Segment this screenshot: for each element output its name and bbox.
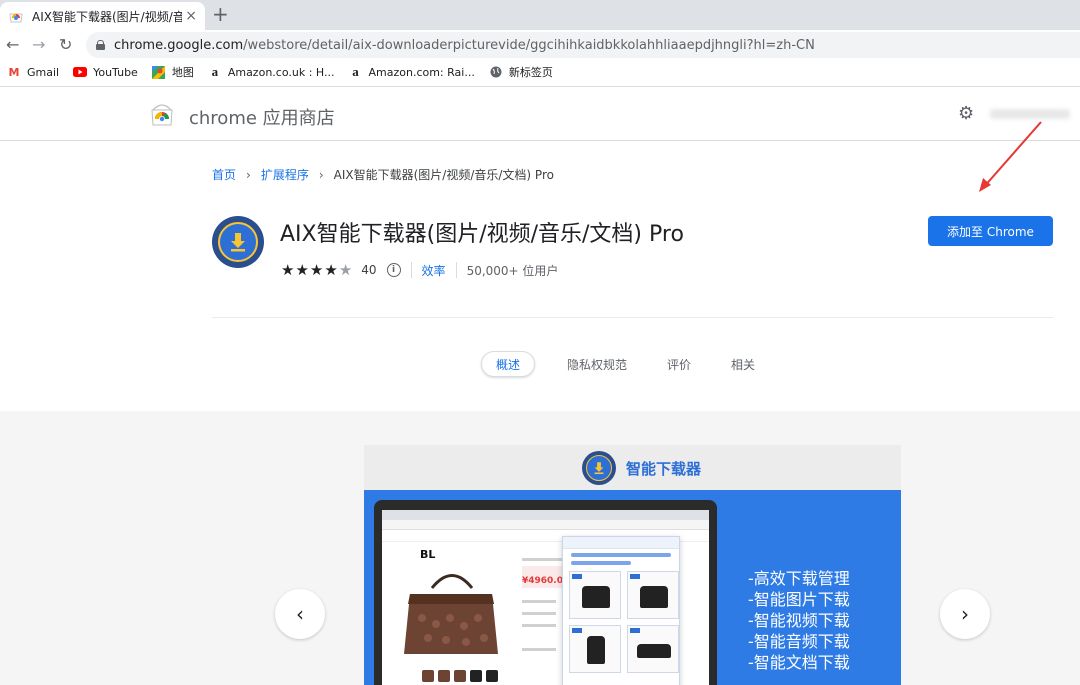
- gmail-icon: M: [8, 65, 20, 79]
- download-icon: [582, 451, 616, 485]
- url-text: chrome.google.com/webstore/detail/aix-do…: [114, 38, 815, 53]
- browser-tab[interactable]: AIX智能下载器(图片/视频/音乐/ ×: [0, 2, 205, 30]
- globe-icon: [489, 65, 503, 79]
- feature-item: -高效下载管理: [748, 569, 850, 588]
- star-icon: ★: [309, 261, 325, 279]
- maps-icon: [152, 65, 166, 79]
- feature-item: -智能音频下载: [748, 632, 850, 651]
- url-path: /webstore/detail/aix-downloaderpicturevi…: [243, 37, 815, 53]
- youtube-icon: [73, 65, 88, 79]
- breadcrumb: 首页 › 扩展程序 › AIX智能下载器(图片/视频/音乐/文档) Pro: [212, 166, 554, 183]
- bookmark-youtube[interactable]: YouTube: [73, 65, 138, 79]
- rating-stars: ★ ★ ★ ★ ★: [281, 261, 353, 279]
- tab-related[interactable]: 相关: [711, 351, 775, 377]
- annotation-arrow: [979, 121, 1042, 192]
- breadcrumb-extensions[interactable]: 扩展程序: [261, 166, 309, 183]
- rating-count[interactable]: 40: [361, 263, 376, 277]
- bookmark-label: 地图: [171, 66, 194, 79]
- feature-item: -智能视频下载: [748, 611, 850, 630]
- bookmark-label: 新标签页: [508, 66, 553, 79]
- bookmark-label: Gmail: [27, 65, 60, 79]
- bookmark-label: Amazon.co.uk : H...: [227, 65, 335, 79]
- browser-tabstrip: AIX智能下载器(图片/视频/音乐/ × +: [0, 0, 1080, 30]
- bookmark-maps[interactable]: 地图: [152, 64, 194, 80]
- breadcrumb-current: AIX智能下载器(图片/视频/音乐/文档) Pro: [333, 168, 554, 182]
- slide-title: 智能下载器: [626, 460, 702, 478]
- tab-overview[interactable]: 概述: [481, 351, 536, 377]
- store-header: chrome 应用商店 ⚙: [0, 87, 1080, 141]
- amazon-icon: a: [211, 64, 219, 79]
- tab-title: AIX智能下载器(图片/视频/音乐/: [32, 9, 182, 24]
- star-icon: ★: [338, 261, 354, 279]
- back-icon[interactable]: ←: [6, 34, 19, 56]
- feature-list: -高效下载管理 -智能图片下载 -智能视频下载 -智能音频下载 -智能文档下载: [748, 568, 850, 673]
- forward-icon[interactable]: →: [32, 34, 45, 56]
- chevron-left-icon[interactable]: ‹: [275, 589, 325, 639]
- category-link[interactable]: 效率: [422, 262, 446, 279]
- bookmark-new-tab[interactable]: 新标签页: [489, 64, 553, 80]
- user-count: 50,000+ 位用户: [466, 263, 559, 278]
- gallery-slide: 智能下载器 BL ¥4960.00 -高效下载管理 -智能图片下载 -智能视频下…: [364, 445, 901, 685]
- browser-toolbar: ← → ↻ chrome.google.com/webstore/detail/…: [0, 30, 1080, 60]
- amazon-icon: a: [352, 64, 359, 79]
- extension-title: AIX智能下载器(图片/视频/音乐/文档) Pro: [280, 222, 684, 247]
- url-host: chrome.google.com: [114, 37, 244, 53]
- lock-icon[interactable]: [96, 40, 105, 50]
- store-title[interactable]: chrome 应用商店: [189, 104, 335, 130]
- detail-tabs: 概述 隐私权规范 评价 相关: [481, 351, 775, 377]
- meta-divider: [410, 262, 412, 278]
- section-divider: [212, 317, 1053, 318]
- feature-item: -智能文档下载: [748, 653, 850, 672]
- star-icon: ★: [281, 261, 296, 279]
- bookmark-gmail[interactable]: M Gmail: [7, 65, 60, 79]
- breadcrumb-home[interactable]: 首页: [212, 166, 236, 183]
- meta-divider: [455, 262, 457, 278]
- thumbnail-strip: [422, 670, 498, 682]
- reload-icon[interactable]: ↻: [59, 34, 72, 56]
- laptop-mockup: BL ¥4960.00: [374, 500, 717, 685]
- star-icon: ★: [295, 261, 310, 279]
- gear-icon[interactable]: ⚙: [958, 105, 974, 123]
- star-icon: ★: [324, 261, 339, 279]
- bookmarks-bar: M Gmail YouTube 地图 a Amazon.co.uk : H...…: [0, 60, 1080, 84]
- chevron-right-icon[interactable]: ›: [940, 589, 990, 639]
- downloader-popup: [562, 536, 680, 685]
- tab-close-icon[interactable]: ×: [185, 8, 197, 24]
- extension-meta: ★ ★ ★ ★ ★ 40 i 效率 50,000+ 位用户: [281, 260, 558, 280]
- chevron-right-icon: ›: [318, 167, 324, 182]
- new-tab-button[interactable]: +: [212, 4, 229, 24]
- download-icon: [212, 216, 264, 268]
- bookmark-label: Amazon.com: Rai...: [368, 65, 475, 79]
- add-to-chrome-button[interactable]: 添加至 Chrome: [928, 216, 1053, 246]
- bookmark-amazon-uk[interactable]: a Amazon.co.uk : H...: [208, 64, 335, 79]
- laptop-screen: BL ¥4960.00: [382, 510, 709, 685]
- chrome-webstore-logo[interactable]: [150, 102, 174, 126]
- slide-header: 智能下载器: [364, 445, 901, 490]
- tab-reviews[interactable]: 评价: [647, 351, 711, 377]
- bookmark-label: YouTube: [93, 65, 138, 79]
- address-bar[interactable]: chrome.google.com/webstore/detail/aix-do…: [86, 32, 1080, 58]
- chrome-webstore-favicon: [9, 13, 23, 23]
- tab-privacy[interactable]: 隐私权规范: [547, 351, 647, 377]
- info-icon[interactable]: i: [386, 263, 401, 277]
- chevron-right-icon: ›: [246, 167, 251, 182]
- bookmark-amazon-com[interactable]: a Amazon.com: Rai...: [348, 64, 475, 79]
- slide-body: BL ¥4960.00 -高效下载管理 -智能图片下载 -智能视频下载 -智能音…: [364, 490, 901, 685]
- handbag-image: [404, 574, 498, 654]
- feature-item: -智能图片下载: [748, 590, 850, 609]
